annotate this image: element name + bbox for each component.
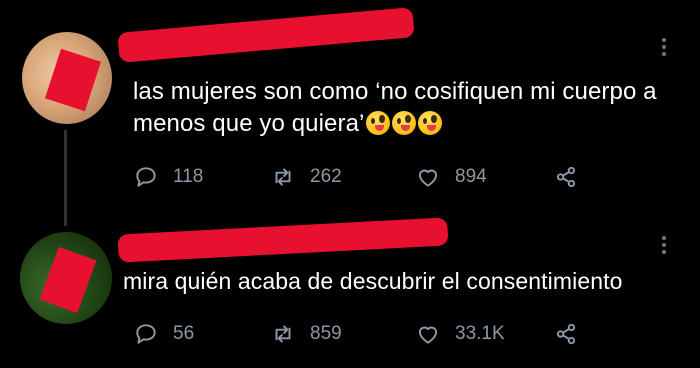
share-icon [556,323,576,345]
heart-icon [418,326,438,344]
like-button[interactable]: 894 [415,164,487,190]
heart-icon [418,169,438,187]
avatar[interactable] [22,32,112,124]
more-options-icon[interactable] [662,38,666,59]
retweet-button[interactable]: 262 [270,164,342,190]
retweet-count: 262 [310,166,342,187]
zany-face-emoji [392,111,417,135]
username-redaction [117,217,449,263]
redaction-overlay [44,48,102,112]
zany-face-emoji [418,111,443,135]
like-count: 33.1K [455,323,505,344]
reply-button[interactable]: 56 [133,321,194,347]
share-icon [556,166,576,188]
tweet-actions: 118 262 894 [133,164,603,190]
more-options-icon[interactable] [662,236,666,257]
reply-count: 118 [173,166,204,187]
username-redaction [117,7,415,63]
thread-connector-line [64,130,67,226]
share-button[interactable] [553,164,593,190]
retweet-icon [275,325,291,343]
tweet-text: mira quién acaba de descubrir el consent… [123,268,623,294]
retweet-count: 859 [310,323,342,344]
zany-face-emoji [366,111,391,135]
share-button[interactable] [553,321,593,347]
like-button[interactable]: 33.1K [415,321,505,347]
reply-count: 56 [173,323,195,344]
reply-button[interactable]: 118 [133,164,203,190]
retweet-icon [275,168,291,186]
tweet-actions: 56 859 33.1K [133,321,603,347]
reply-icon [136,167,156,187]
retweet-button[interactable]: 859 [270,321,342,347]
like-count: 894 [455,166,487,187]
avatar[interactable] [20,232,112,324]
redaction-overlay [39,246,97,314]
tweet-text: las mujeres son como ‘no cosifiquen mi c… [133,76,678,140]
reply-icon [136,324,156,344]
